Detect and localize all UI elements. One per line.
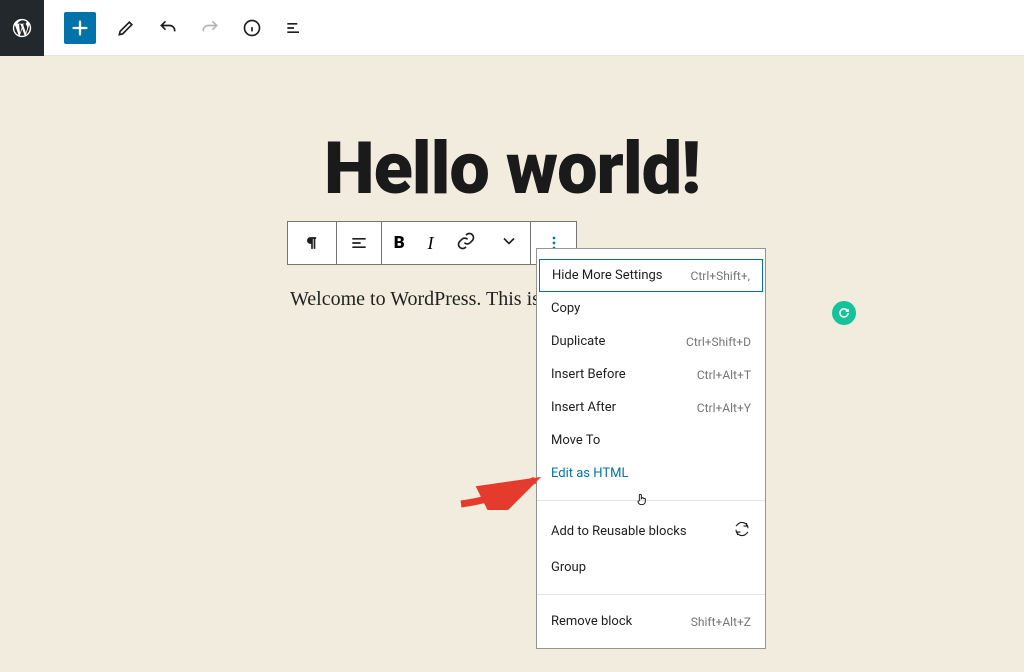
grammarly-icon[interactable] — [832, 301, 856, 325]
label: Insert After — [551, 400, 616, 415]
info-icon[interactable] — [240, 16, 264, 40]
menu-insert-after[interactable]: Insert After Ctrl+Alt+Y — [537, 391, 765, 424]
link-icon[interactable] — [456, 231, 476, 255]
menu-duplicate[interactable]: Duplicate Ctrl+Shift+D — [537, 325, 765, 358]
menu-group[interactable]: Group — [537, 551, 765, 584]
paragraph-block-icon[interactable] — [288, 222, 337, 264]
bold-icon[interactable]: B — [394, 233, 405, 253]
menu-remove-block[interactable]: Remove block Shift+Alt+Z — [537, 605, 765, 638]
label: Move To — [551, 433, 600, 448]
label: Remove block — [551, 614, 632, 629]
label: Edit as HTML — [551, 466, 628, 481]
menu-hide-more-settings[interactable]: Hide More Settings Ctrl+Shift+, — [539, 259, 763, 292]
wordpress-logo[interactable] — [0, 0, 44, 56]
editor-canvas: Hello world! B I Welcome to WordPress. T… — [0, 56, 1024, 317]
menu-move-to[interactable]: Move To — [537, 424, 765, 457]
undo-icon[interactable] — [156, 16, 180, 40]
redo-icon[interactable] — [198, 16, 222, 40]
label: Add to Reusable blocks — [551, 524, 687, 539]
edit-pencil-icon[interactable] — [114, 16, 138, 40]
list-view-icon[interactable] — [282, 16, 306, 40]
cursor-pointer-icon — [634, 492, 650, 508]
italic-icon[interactable]: I — [427, 233, 433, 254]
block-options-dropdown: Hide More Settings Ctrl+Shift+, Copy Dup… — [536, 248, 766, 649]
menu-copy[interactable]: Copy — [537, 292, 765, 325]
menu-insert-before[interactable]: Insert Before Ctrl+Alt+T — [537, 358, 765, 391]
align-icon[interactable] — [337, 222, 383, 264]
shortcut: Ctrl+Shift+D — [686, 335, 751, 349]
label: Duplicate — [551, 334, 605, 349]
chevron-down-icon[interactable] — [499, 231, 519, 255]
annotation-arrow — [455, 472, 545, 510]
shortcut: Ctrl+Shift+, — [691, 269, 750, 283]
tool-buttons — [114, 16, 306, 40]
shortcut: Shift+Alt+Z — [691, 615, 751, 629]
post-title[interactable]: Hello world! — [0, 126, 1024, 211]
menu-edit-as-html[interactable]: Edit as HTML — [537, 457, 765, 490]
shortcut: Ctrl+Alt+Y — [697, 401, 751, 415]
editor-top-toolbar — [0, 0, 1024, 56]
label: Insert Before — [551, 367, 626, 382]
text-format-group: B I — [382, 222, 531, 264]
block-toolbar: B I — [287, 221, 577, 265]
sync-icon — [733, 520, 751, 542]
label: Group — [551, 560, 586, 575]
add-block-button[interactable] — [64, 12, 96, 44]
menu-add-reusable[interactable]: Add to Reusable blocks — [537, 511, 765, 551]
label: Copy — [551, 301, 580, 316]
shortcut: Ctrl+Alt+T — [697, 368, 751, 382]
label: Hide More Settings — [552, 268, 663, 283]
